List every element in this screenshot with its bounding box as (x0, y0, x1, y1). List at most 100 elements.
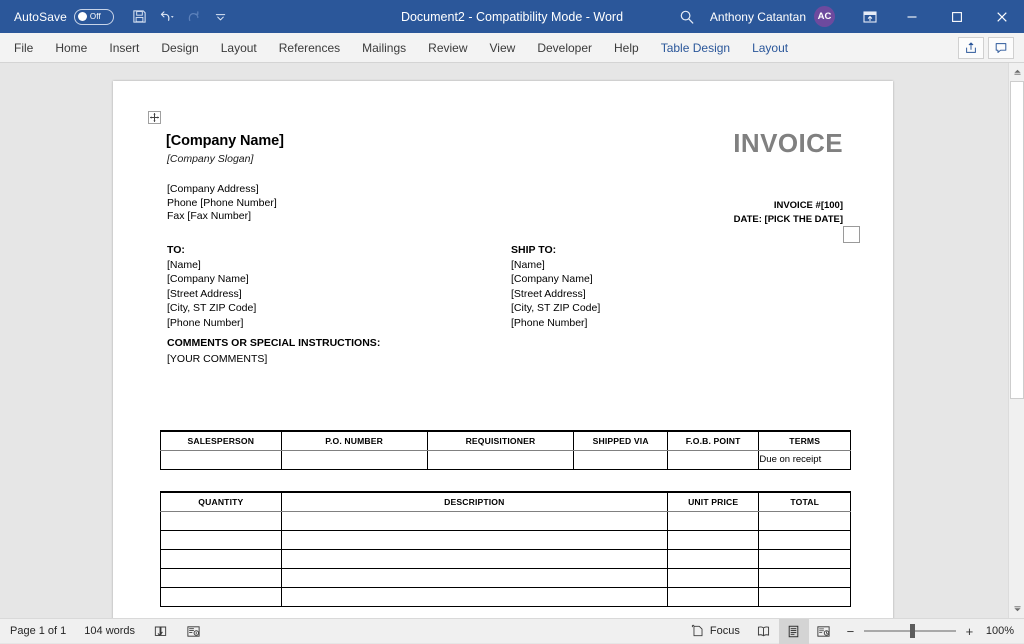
scroll-up-icon[interactable] (1009, 63, 1024, 80)
company-name: [Company Name] (166, 133, 284, 149)
cell-unit-price[interactable] (667, 511, 759, 530)
autosave-toggle[interactable]: Off (74, 9, 114, 25)
tab-view[interactable]: View (479, 33, 527, 63)
close-button[interactable] (979, 0, 1024, 33)
cell-shipped-via[interactable] (574, 450, 668, 469)
cell-terms[interactable]: Due on receipt (759, 450, 851, 469)
search-icon[interactable] (672, 0, 702, 33)
table-row[interactable] (161, 568, 851, 587)
page-status[interactable]: Page 1 of 1 (0, 619, 75, 644)
zoom-slider-thumb[interactable] (910, 624, 915, 638)
cell-fob-point[interactable] (667, 450, 759, 469)
share-icon[interactable] (958, 37, 984, 59)
cell-unit-price[interactable] (667, 568, 759, 587)
customize-quick-access-icon[interactable] (209, 5, 233, 29)
tab-home[interactable]: Home (44, 33, 98, 63)
invoice-date[interactable]: DATE: [PICK THE DATE] (734, 213, 843, 227)
column-header-fob-point: F.O.B. POINT (667, 431, 759, 450)
avatar[interactable]: AC (814, 6, 835, 27)
tab-mailings[interactable]: Mailings (351, 33, 417, 63)
column-header-description: DESCRIPTION (281, 492, 667, 511)
tab-insert[interactable]: Insert (98, 33, 150, 63)
bill-to-line: [Street Address] (167, 287, 256, 302)
scrollbar-thumb[interactable] (1010, 81, 1024, 399)
autosave-toggle-group[interactable]: AutoSave Off (14, 9, 114, 25)
print-layout-view-button[interactable] (779, 619, 809, 644)
tab-developer[interactable]: Developer (526, 33, 603, 63)
document-workspace[interactable]: [Company Name] [Company Slogan] [Company… (0, 63, 1024, 618)
table-row[interactable] (161, 511, 851, 530)
spelling-check-icon[interactable] (144, 619, 177, 644)
cell-quantity[interactable] (161, 511, 282, 530)
tab-help[interactable]: Help (603, 33, 650, 63)
table-row[interactable] (161, 530, 851, 549)
cell-quantity[interactable] (161, 549, 282, 568)
table-move-handle[interactable] (148, 111, 161, 124)
cell-total[interactable] (759, 568, 851, 587)
bill-to-line: [Name] (167, 258, 256, 273)
cell-description[interactable] (281, 549, 667, 568)
order-details-table[interactable]: SALESPERSON P.O. NUMBER REQUISITIONER SH… (160, 430, 851, 470)
minimize-button[interactable] (889, 0, 934, 33)
cell-description[interactable] (281, 568, 667, 587)
invoice-meta-block: INVOICE #[100] DATE: [PICK THE DATE] (734, 199, 843, 226)
cell-salesperson[interactable] (161, 450, 282, 469)
ship-to-line: [Street Address] (511, 287, 600, 302)
cell-description[interactable] (281, 511, 667, 530)
title-bar-right-group: Anthony Catantan AC (672, 0, 1024, 33)
company-contact-block: [Company Address] Phone [Phone Number] F… (167, 183, 277, 224)
cell-unit-price[interactable] (667, 587, 759, 606)
zoom-out-button[interactable]: − (845, 624, 856, 639)
cell-unit-price[interactable] (667, 549, 759, 568)
zoom-in-button[interactable]: + (964, 624, 975, 639)
cell-quantity[interactable] (161, 587, 282, 606)
comments-icon[interactable] (988, 37, 1014, 59)
tab-table-design[interactable]: Table Design (650, 33, 741, 63)
cell-po-number[interactable] (281, 450, 427, 469)
focus-mode-button[interactable]: Focus (682, 619, 749, 644)
table-row[interactable] (161, 587, 851, 606)
ribbon-display-options-icon[interactable] (851, 0, 889, 33)
tab-references[interactable]: References (268, 33, 351, 63)
scroll-down-icon[interactable] (1009, 601, 1024, 618)
cell-requisitioner[interactable] (427, 450, 574, 469)
company-address-line: [Company Address] (167, 183, 277, 197)
tab-review[interactable]: Review (417, 33, 478, 63)
ribbon-tab-bar: File Home Insert Design Layout Reference… (0, 33, 1024, 63)
tab-design[interactable]: Design (150, 33, 209, 63)
cell-description[interactable] (281, 530, 667, 549)
user-name-label[interactable]: Anthony Catantan (710, 10, 806, 24)
autosave-toggle-knob (78, 12, 87, 21)
accessibility-icon[interactable] (177, 619, 210, 644)
column-header-requisitioner: REQUISITIONER (427, 431, 574, 450)
word-count[interactable]: 104 words (75, 619, 144, 644)
undo-icon[interactable] (155, 5, 179, 29)
ship-to-line: [Company Name] (511, 272, 600, 287)
line-items-table[interactable]: QUANTITY DESCRIPTION UNIT PRICE TOTAL (160, 491, 851, 607)
redo-icon (182, 5, 206, 29)
maximize-button[interactable] (934, 0, 979, 33)
zoom-slider[interactable]: − + (845, 624, 975, 639)
web-layout-view-button[interactable] (809, 619, 839, 644)
cell-quantity[interactable] (161, 530, 282, 549)
cell-total[interactable] (759, 549, 851, 568)
cell-quantity[interactable] (161, 568, 282, 587)
cell-unit-price[interactable] (667, 530, 759, 549)
cell-total[interactable] (759, 511, 851, 530)
cell-description[interactable] (281, 587, 667, 606)
read-mode-view-button[interactable] (749, 619, 779, 644)
cell-total[interactable] (759, 530, 851, 549)
document-page[interactable]: [Company Name] [Company Slogan] [Company… (113, 81, 893, 618)
date-picker-box[interactable] (843, 226, 860, 243)
cell-total[interactable] (759, 587, 851, 606)
tab-table-layout[interactable]: Layout (741, 33, 799, 63)
vertical-scrollbar[interactable] (1008, 63, 1024, 618)
table-row[interactable]: Due on receipt (161, 450, 851, 469)
column-header-terms: TERMS (759, 431, 851, 450)
tab-file[interactable]: File (0, 33, 44, 63)
save-icon[interactable] (128, 5, 152, 29)
tab-layout[interactable]: Layout (210, 33, 268, 63)
zoom-level-label[interactable]: 100% (981, 625, 1024, 637)
table-row[interactable] (161, 549, 851, 568)
zoom-slider-track[interactable] (864, 630, 956, 632)
